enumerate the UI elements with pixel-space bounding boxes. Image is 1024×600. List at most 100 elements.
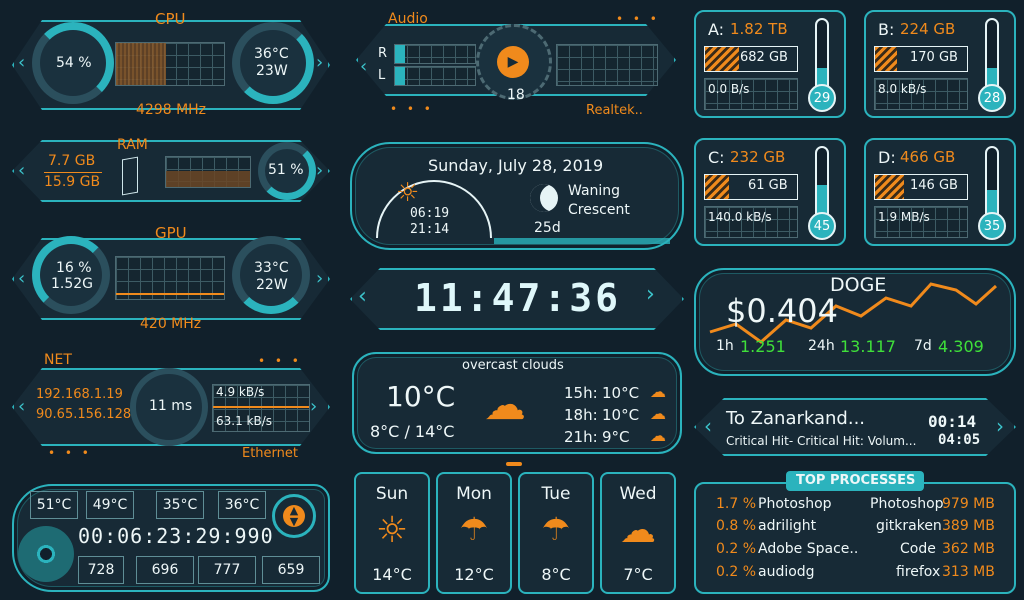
weather-desc: overcast clouds (462, 358, 564, 373)
forecast-day-sun: Sun ☼ 14°C (354, 472, 430, 594)
clock-right-arrow-icon[interactable]: › (646, 282, 655, 307)
moon-phase-1: Waning (568, 183, 621, 199)
forecast-day-tue: Tue ☂ 8°C (518, 472, 594, 594)
drive-b-letter: B: (878, 20, 895, 39)
sensor-value-4: 659 (262, 556, 320, 584)
sensor-temp-1: 51°C (30, 491, 78, 519)
drive-a-thermometer (815, 18, 829, 90)
cpu-graph (115, 42, 225, 86)
ram-chip-icon (122, 156, 138, 196)
clock-left-arrow-icon[interactable]: ‹ (358, 284, 367, 309)
music-next-icon[interactable]: › (996, 414, 1004, 438)
moon-phase-2: Crescent (568, 202, 630, 218)
drive-b-speed: 8.0 kB/s (878, 82, 927, 96)
ram-pct-value: 51 % (268, 162, 304, 178)
drive-c-used: 61 GB (748, 178, 788, 193)
cpu-title: CPU (155, 10, 186, 28)
gpu-power-value: 22W (256, 277, 288, 293)
day-temp: 14°C (372, 565, 412, 584)
music-prev-icon[interactable]: ‹ (704, 414, 712, 438)
drive-a-fill (705, 47, 740, 71)
cpu-freq-value: 4298 MHz (136, 102, 207, 118)
cloud-icon: ☁ (484, 380, 526, 429)
gpu-temp-value: 33°C (254, 260, 289, 276)
gpu-mem-value: 1.52G (51, 276, 94, 292)
net-ip-local: 192.168.1.19 (36, 387, 123, 402)
proc-mem-3-size: 362 MB (942, 541, 995, 557)
net-adapter: Ethernet (242, 446, 298, 461)
proc-cpu-2-pct: 0.8 % (716, 518, 757, 534)
speaker-icon: ▶ (497, 46, 529, 78)
proc-mem-1-size: 979 MB (942, 496, 995, 512)
drive-b-thermometer (985, 18, 999, 90)
net-left-arrow-icon[interactable]: ‹ (18, 396, 25, 417)
audio-graph (556, 44, 658, 86)
hour-2-cloud-icon: ☁ (650, 404, 666, 423)
music-artist: Critical Hit- Critical Hit: Volum... (726, 434, 917, 448)
cpu-left-arrow-icon[interactable]: ‹ (18, 52, 25, 73)
net-up-value: 4.9 kB/s (216, 385, 265, 399)
moon-icon (530, 184, 558, 212)
date-wave (494, 238, 670, 244)
cpu-right-arrow-icon[interactable]: › (316, 52, 323, 73)
proc-mem-2-name: gitkraken (876, 518, 942, 534)
uptime-value: 00:06:23:29:990 (78, 524, 274, 548)
proc-mem-1-name: Photoshop (870, 496, 944, 512)
drive-b-size: 224 GB (900, 20, 956, 38)
day-temp: 7°C (623, 565, 653, 584)
ram-divider (44, 172, 102, 173)
hour-3-cloud-icon: ☁ (650, 426, 666, 445)
sensor-temp-4: 36°C (218, 491, 266, 519)
gpu-right-arrow-icon[interactable]: › (316, 268, 323, 289)
audio-left-arrow-icon[interactable]: ‹ (360, 56, 367, 77)
proc-mem-4-name: firefox (896, 564, 941, 580)
audio-dots-top: • • • (616, 12, 660, 26)
audio-title: Audio (388, 11, 428, 27)
day-temp: 12°C (454, 565, 494, 584)
audio-l-label: L (378, 68, 386, 83)
cpu-power-value: 23W (256, 63, 288, 79)
crypto-name: DOGE (830, 274, 887, 296)
drive-d-thermometer (985, 146, 999, 218)
drive-c-fill (705, 175, 729, 199)
gpu-left-arrow-icon[interactable]: ‹ (18, 268, 25, 289)
proc-cpu-1-name: Photoshop (758, 496, 832, 512)
drive-b-temp: 28 (978, 84, 1006, 112)
rain-cloud-icon: ☂ (541, 510, 571, 548)
ram-left-arrow-icon[interactable]: ‹ (18, 160, 25, 181)
crypto-price: $0.404 (726, 292, 838, 330)
net-down-value: 63.1 kB/s (216, 414, 273, 428)
gpu-usage-value: 16 % (56, 260, 92, 276)
processes-title: TOP PROCESSES (796, 473, 916, 488)
sensor-value-3: 777 (198, 556, 256, 584)
proc-cpu-3-pct: 0.2 % (716, 541, 757, 557)
gpu-freq-value: 420 MHz (140, 316, 202, 332)
proc-cpu-4-name: audiodg (758, 564, 815, 580)
clock-time: 11:47:36 (414, 276, 622, 320)
net-right-arrow-icon[interactable]: › (310, 396, 317, 417)
sensors-toggle-button[interactable]: ▲ ▼ (272, 494, 316, 538)
net-dots: • • • (258, 354, 302, 368)
music-elapsed: 00:14 (928, 412, 977, 431)
drive-b-fill (875, 47, 898, 71)
cloud-icon: ☁ (620, 510, 656, 551)
gpu-graph (115, 256, 225, 300)
hour-1-label: 15h: (564, 384, 598, 402)
drive-d-letter: D: (878, 148, 896, 167)
drive-c-temp: 45 (808, 212, 836, 240)
hour-1-cloud-icon: ☁ (650, 382, 666, 401)
hour-3-label: 21h: (564, 428, 598, 446)
hour-3-value: 9°C (602, 428, 630, 446)
ram-right-arrow-icon[interactable]: › (316, 160, 323, 181)
drive-c-letter: C: (708, 148, 725, 167)
music-total: 04:05 (938, 432, 981, 448)
disc-icon (18, 526, 74, 582)
music-title[interactable]: To Zanarkand... (726, 408, 865, 429)
audio-meter-r (394, 44, 476, 64)
drive-c-size: 232 GB (730, 148, 786, 166)
ram-graph (165, 156, 251, 188)
rain-cloud-icon: ☂ (459, 510, 489, 548)
proc-mem-4-size: 313 MB (942, 564, 995, 580)
net-ip-public: 90.65.156.128 (36, 407, 132, 422)
drive-d-size: 466 GB (900, 148, 956, 166)
